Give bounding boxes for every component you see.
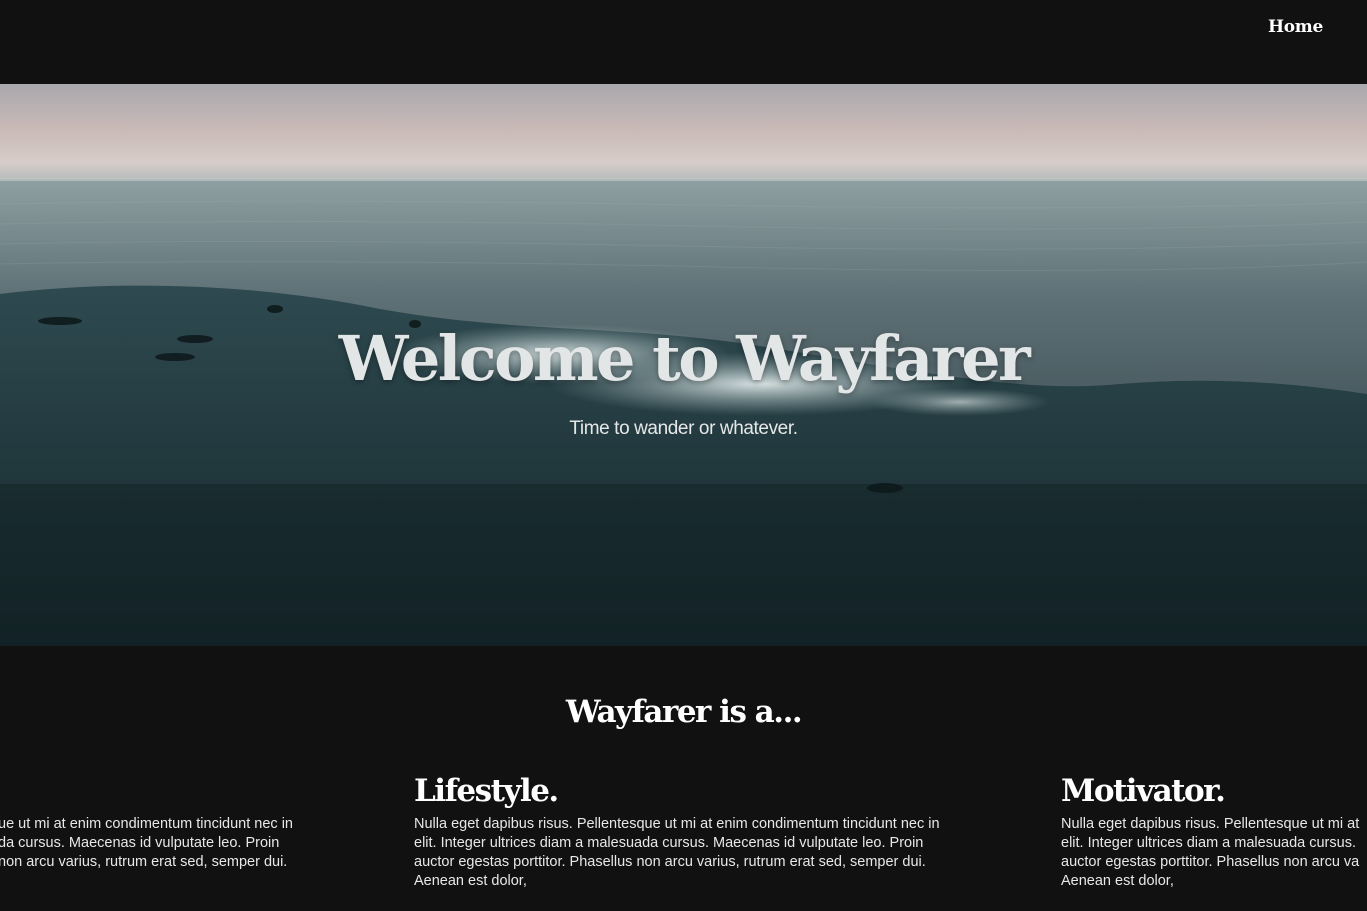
feature-body: Nulla eget dapibus risus. Pellentesque u… (414, 815, 964, 891)
feature-body: Nulla eget dapibus risus. Pellentesque u… (1061, 815, 1367, 891)
feature-body-line: Nulla eget dapibus risus. Pellentesque u… (414, 816, 940, 832)
feature-card-lifestyle: Lifestyle. Nulla eget dapibus risus. Pel… (414, 771, 964, 891)
feature-card-motivator: Motivator. Nulla eget dapibus risus. Pel… (1061, 771, 1367, 891)
feature-title (0, 771, 328, 811)
feature-body-line: non arcu varius, rutrum erat sed, semper… (0, 854, 288, 870)
hero-banner: Welcome to Wayfarer Time to wander or wh… (0, 84, 1367, 646)
feature-body-line: ue ut mi at enim condimentum tincidunt n… (0, 816, 293, 832)
feature-body: ue ut mi at enim condimentum tincidunt n… (0, 815, 328, 872)
hero-title: Welcome to Wayfarer (338, 322, 1031, 395)
feature-body-line: Aenean est dolor, (1061, 873, 1174, 889)
feature-body-line: da cursus. Maecenas id vulputate leo. Pr… (0, 835, 280, 851)
feature-title: Lifestyle. (414, 773, 559, 809)
navbar: Home C (0, 0, 1367, 84)
features-section: Wayfarer is a... ue ut mi at enim condim… (0, 646, 1367, 911)
features-heading: Wayfarer is a... (565, 694, 803, 730)
feature-body-line: auctor egestas porttitor. Phasellus non … (1061, 854, 1360, 870)
feature-title: Motivator. (1061, 773, 1226, 809)
feature-body-line: elit. Integer ultrices diam a malesuada … (1061, 835, 1356, 851)
feature-body-line: Nulla eget dapibus risus. Pellentesque u… (1061, 816, 1360, 832)
feature-body-line: Aenean est dolor, (414, 873, 527, 889)
feature-body-line: auctor egestas porttitor. Phasellus non … (414, 854, 926, 870)
hero-subtitle: Time to wander or whatever. (569, 418, 798, 439)
nav-links: Home C (1268, 17, 1367, 37)
feature-card-left: ue ut mi at enim condimentum tincidunt n… (0, 771, 328, 872)
feature-body-line: elit. Integer ultrices diam a malesuada … (414, 835, 924, 851)
nav-link-home[interactable]: Home (1268, 17, 1323, 37)
